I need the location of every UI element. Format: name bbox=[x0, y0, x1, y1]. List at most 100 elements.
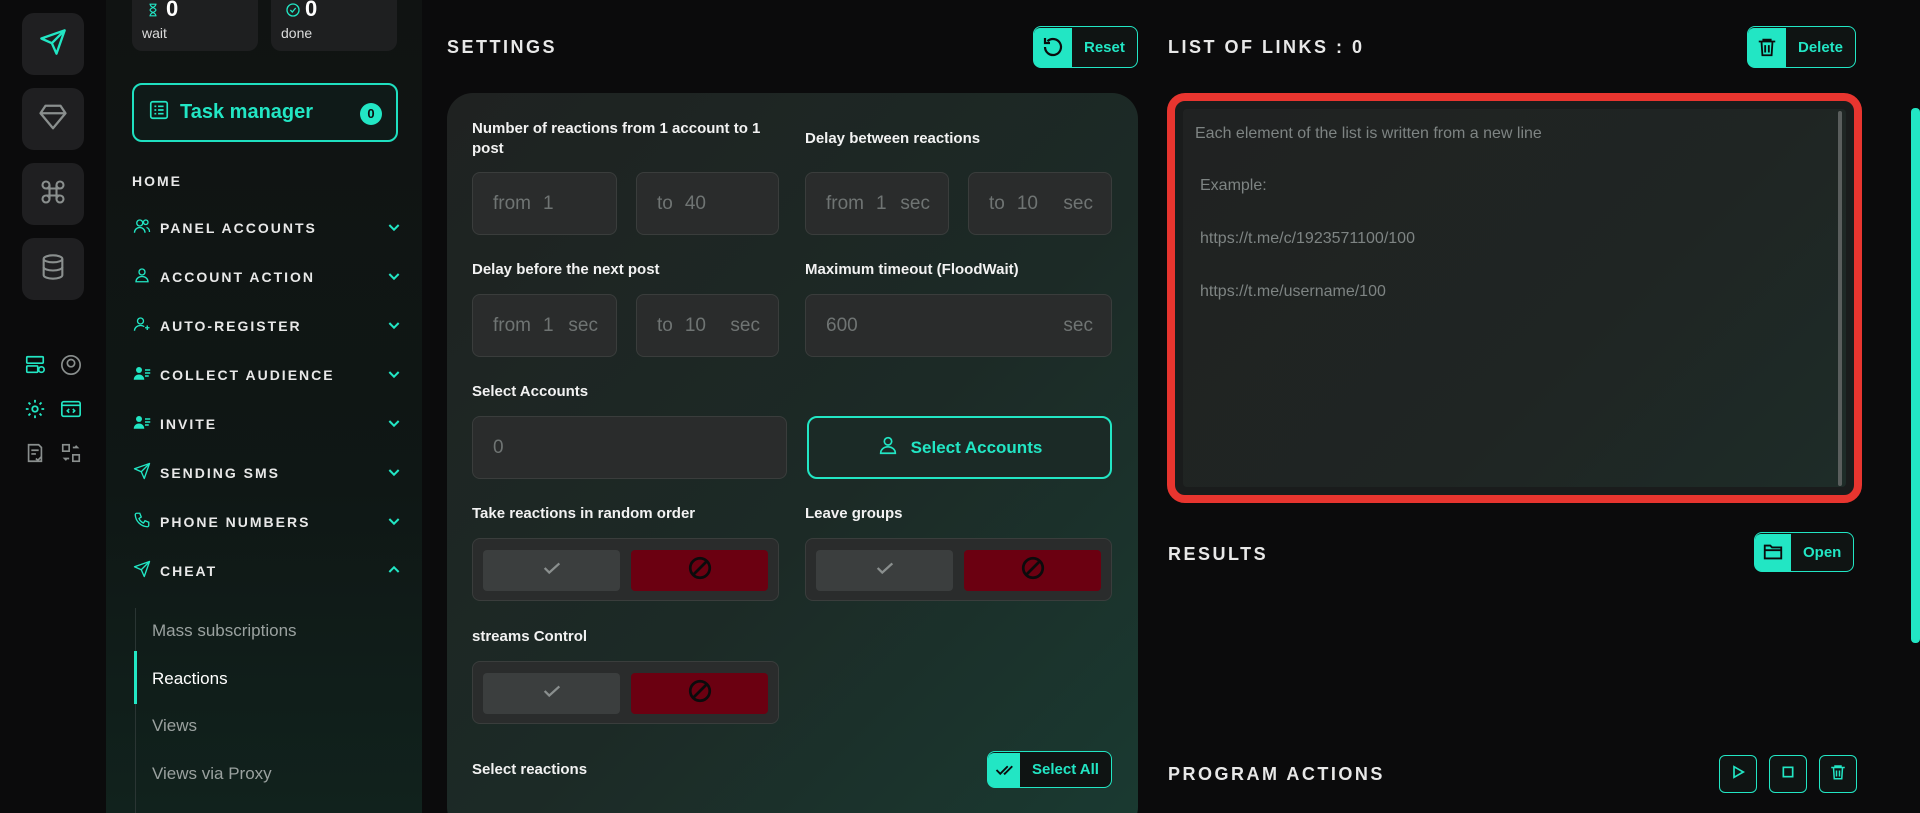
phone-icon bbox=[132, 511, 152, 534]
task-manager-button[interactable]: Task manager 0 bbox=[132, 83, 398, 142]
chevron-down-icon bbox=[386, 513, 402, 534]
results-title: RESULTS bbox=[1168, 544, 1269, 564]
check-icon bbox=[871, 557, 899, 584]
select-accounts-button[interactable]: Select Accounts bbox=[807, 416, 1112, 479]
random-order-no-button[interactable] bbox=[631, 550, 768, 591]
field-value: 1 bbox=[543, 314, 554, 336]
field-prefix: from bbox=[493, 192, 531, 214]
reactions-count-label: Number of reactions from 1 account to 1 … bbox=[472, 120, 761, 157]
nav-collect-audience[interactable]: COLLECT AUDIENCE bbox=[132, 363, 402, 387]
delay-reactions-label: Delay between reactions bbox=[805, 130, 981, 147]
task-count-badge: 0 bbox=[360, 103, 382, 125]
stop-button[interactable] bbox=[1769, 755, 1807, 793]
placeholder-link: https://t.me/username/100 bbox=[1200, 283, 1386, 300]
sub-views-via-proxy[interactable]: Views via Proxy bbox=[152, 764, 272, 784]
delay-reactions-to-field[interactable]: to 10 sec bbox=[968, 172, 1112, 235]
send-icon bbox=[132, 462, 152, 485]
swap-icon[interactable] bbox=[58, 440, 84, 466]
delay-reactions-from-field[interactable]: from 1 sec bbox=[805, 172, 949, 235]
chevron-down-icon bbox=[386, 464, 402, 485]
streams-no-button[interactable] bbox=[631, 673, 768, 714]
nav-account-action[interactable]: ACCOUNT ACTION bbox=[132, 265, 402, 289]
streams-yes-button[interactable] bbox=[483, 673, 620, 714]
icon-rail bbox=[0, 0, 106, 813]
nav-panel-accounts[interactable]: PANEL ACCOUNTS bbox=[132, 216, 402, 240]
hourglass-icon bbox=[146, 2, 160, 23]
check-circle-icon bbox=[285, 2, 301, 23]
app-window: 0 wait 0 done Task manager 0 HOME PANEL … bbox=[0, 0, 1920, 813]
leave-groups-yes-button[interactable] bbox=[816, 550, 953, 591]
links-textarea[interactable]: Each element of the list is written from… bbox=[1183, 109, 1846, 487]
nav-label: SENDING SMS bbox=[160, 465, 281, 481]
nav-label: PANEL ACCOUNTS bbox=[160, 220, 317, 236]
clear-button[interactable] bbox=[1819, 755, 1857, 793]
settings-title: SETTINGS bbox=[447, 37, 558, 57]
start-button[interactable] bbox=[1719, 755, 1757, 793]
sub-mass-subscriptions[interactable]: Mass subscriptions bbox=[152, 621, 297, 641]
field-value: 600 bbox=[826, 314, 858, 336]
send-icon bbox=[132, 560, 152, 583]
field-suffix: sec bbox=[730, 314, 760, 336]
document-check-icon[interactable] bbox=[22, 440, 48, 466]
delete-label: Delete bbox=[1798, 38, 1844, 56]
random-order-toggle bbox=[472, 538, 779, 601]
user-plus-icon bbox=[132, 315, 152, 338]
random-order-label: Take reactions in random order bbox=[472, 505, 696, 522]
code-window-icon[interactable] bbox=[58, 396, 84, 422]
nav-label: PHONE NUMBERS bbox=[160, 514, 311, 530]
open-results-button[interactable]: Open bbox=[1754, 532, 1855, 572]
select-all-label: Select All bbox=[1032, 761, 1099, 778]
double-check-icon bbox=[988, 752, 1020, 787]
streams-control-label: streams Control bbox=[472, 628, 588, 645]
rail-send-button[interactable] bbox=[22, 13, 84, 75]
timeout-field[interactable]: 600 sec bbox=[805, 294, 1112, 357]
chevron-down-icon bbox=[386, 219, 402, 240]
check-icon bbox=[538, 680, 566, 707]
sub-views[interactable]: Views bbox=[152, 716, 197, 736]
nav-invite[interactable]: INVITE bbox=[132, 412, 402, 436]
nav-label: INVITE bbox=[160, 416, 218, 432]
leave-groups-label: Leave groups bbox=[805, 505, 903, 522]
diamond-icon bbox=[38, 102, 68, 137]
nav-phone-numbers[interactable]: PHONE NUMBERS bbox=[132, 510, 402, 534]
field-prefix: from bbox=[493, 314, 531, 336]
delay-post-label: Delay before the next post bbox=[472, 261, 660, 278]
select-reactions-label: Select reactions bbox=[472, 761, 588, 778]
page-scrollbar[interactable] bbox=[1911, 108, 1920, 643]
delete-links-button[interactable]: Delete bbox=[1747, 26, 1857, 68]
nav-cheat[interactable]: CHEAT bbox=[132, 559, 402, 583]
nav-sending-sms[interactable]: SENDING SMS bbox=[132, 461, 402, 485]
reset-label: Reset bbox=[1084, 38, 1125, 56]
gear-icon[interactable] bbox=[22, 396, 48, 422]
block-icon bbox=[687, 555, 713, 586]
rail-database-button[interactable] bbox=[22, 238, 84, 300]
nav-auto-register[interactable]: AUTO-REGISTER bbox=[132, 314, 402, 338]
field-value: 40 bbox=[684, 192, 706, 214]
leave-groups-no-button[interactable] bbox=[964, 550, 1101, 591]
user-circle-icon[interactable] bbox=[58, 352, 84, 378]
nav-home[interactable]: HOME bbox=[132, 173, 182, 189]
sub-reactions[interactable]: Reactions bbox=[152, 669, 228, 689]
block-icon bbox=[1020, 555, 1046, 586]
random-order-yes-button[interactable] bbox=[483, 550, 620, 591]
leave-groups-toggle bbox=[805, 538, 1112, 601]
placeholder-link: https://t.me/c/1923571100/100 bbox=[1200, 230, 1415, 247]
links-title: LIST OF LINKS : 0 bbox=[1168, 37, 1365, 57]
reset-button[interactable]: Reset bbox=[1033, 26, 1138, 68]
nav-label: CHEAT bbox=[160, 563, 218, 579]
done-stat: 0 done bbox=[271, 0, 397, 51]
reactions-from-field[interactable]: from 1 bbox=[472, 172, 617, 235]
delay-post-from-field[interactable]: from 1 sec bbox=[472, 294, 617, 357]
program-actions-title: PROGRAM ACTIONS bbox=[1168, 764, 1385, 784]
block-icon bbox=[687, 678, 713, 709]
field-value: 0 bbox=[493, 436, 504, 458]
textarea-scrollbar[interactable] bbox=[1838, 111, 1842, 486]
reactions-to-field[interactable]: to 40 bbox=[636, 172, 779, 235]
server-settings-icon[interactable] bbox=[22, 352, 48, 378]
rail-diamond-button[interactable] bbox=[22, 88, 84, 150]
selected-accounts-field[interactable]: 0 bbox=[472, 416, 787, 479]
delay-post-to-field[interactable]: to 10 sec bbox=[636, 294, 779, 357]
select-all-button[interactable]: Select All bbox=[987, 751, 1112, 788]
placeholder-example: Example: bbox=[1200, 177, 1267, 194]
rail-command-button[interactable] bbox=[22, 163, 84, 225]
